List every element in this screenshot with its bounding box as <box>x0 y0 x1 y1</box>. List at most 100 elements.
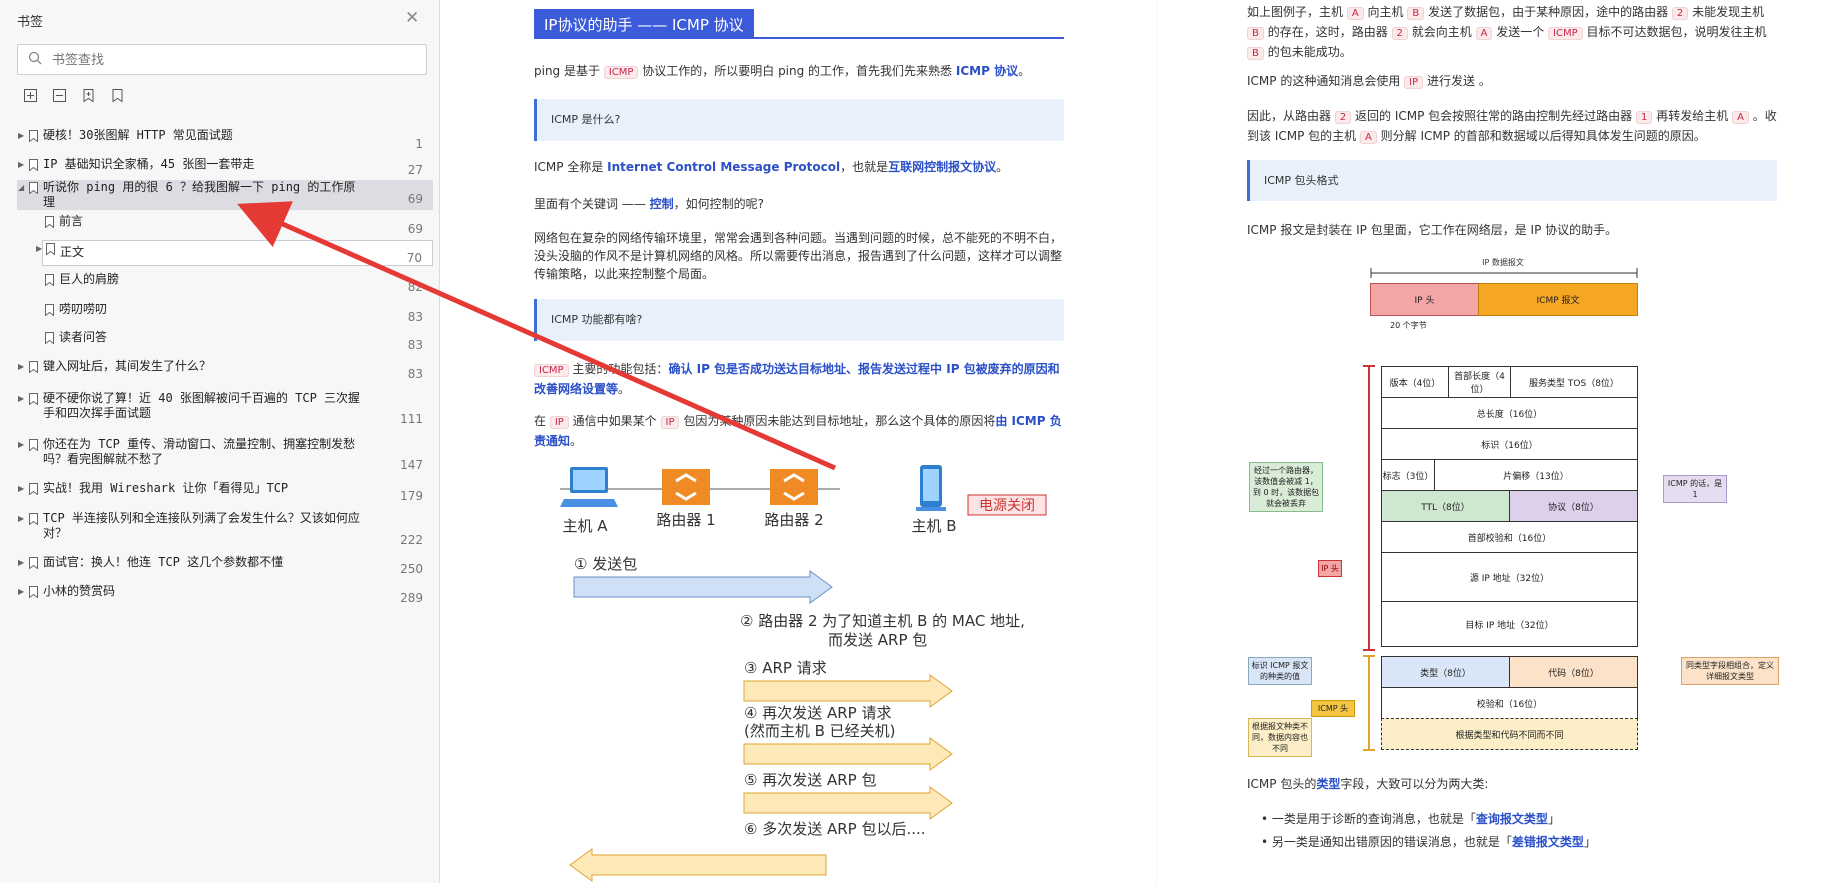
bookmark-flag-icon <box>29 393 38 405</box>
bookmark-child-item[interactable]: 前言 69 <box>17 214 433 238</box>
note-body: 根据报文种类不同，数据内容也不同 <box>1248 718 1312 757</box>
bookmark-flag-icon <box>29 182 38 194</box>
host-b-label: 主机 B <box>911 517 956 535</box>
computer-icon <box>916 465 946 511</box>
host-a-label: 主机 A <box>562 517 608 535</box>
field-type: 类型（8位） <box>1381 656 1510 688</box>
expand-arrow-icon[interactable]: ▶ <box>18 362 24 371</box>
bookmark-item[interactable]: ▶ 面试官：换人！他连 TCP 这几个参数都不懂 250 <box>17 555 433 581</box>
field-src: 源 IP 地址（32位） <box>1381 552 1638 602</box>
bookmark-item[interactable]: ▶ 硬核！30张图解 HTTP 常见面试题 1 <box>17 128 433 156</box>
callout-box: ICMP 功能都有啥? <box>534 299 1064 341</box>
power-off-label: 电源关闭 <box>979 498 1035 514</box>
ping-flow-diagram: 主机 A 路由器 1 路由器 2 主机 B 电源关闭 ① 发送包 ② 路由器 2… <box>560 465 1047 882</box>
bookmark-item[interactable]: ▶ TCP 半连接队列和全连接队列满了会发生什么？又该如何应对？ 222 <box>17 511 433 549</box>
pdf-page-right: 如上图例子，主机 A 向主机 B 发送了数据包，由于某种原因，途中的路由器 2 … <box>1157 0 1836 883</box>
tag-icmp-head: ICMP 头 <box>1311 700 1355 717</box>
bookmark-flag-icon <box>29 586 38 598</box>
bookmark-icon[interactable] <box>110 88 125 103</box>
bookmark-item[interactable]: ▶ 实战！我用 Wireshark 让你「看得见」TCP 179 <box>17 481 433 505</box>
note-proto: ICMP 的话，是 1 <box>1663 475 1727 503</box>
step-3-label: ③ ARP 请求 <box>744 659 827 677</box>
list-item: • 一类是用于诊断的查询消息，也就是「查询报文类型」 <box>1261 812 1560 826</box>
bookmark-toolbar <box>23 88 125 103</box>
router2-label: 路由器 2 <box>764 511 823 529</box>
list-item: • 另一类是通知出错原因的错误消息，也就是「差错报文类型」 <box>1261 835 1596 849</box>
collapse-arrow-icon[interactable]: ◢ <box>18 183 24 192</box>
paragraph: 因此，从路由器 2 返回的 ICMP 包会按照往常的路由控制先经过路由器 1 再… <box>1247 109 1777 144</box>
paragraph: ping 是基于 ICMP 协议工作的，所以要明白 ping 的工作，首先我们先… <box>534 64 1031 79</box>
paragraph: 里面有个关键词 —— 控制，如何控制的呢? <box>534 197 765 211</box>
field-total-len: 总长度（16位） <box>1381 397 1638 429</box>
field-checksum-h: 首部校验和（16位） <box>1381 521 1638 553</box>
bookmark-child-item[interactable]: 唠叨唠叨 83 <box>17 302 433 326</box>
bracket-icon <box>1363 365 1375 751</box>
expand-arrow-icon[interactable]: ▶ <box>36 244 42 253</box>
paragraph: 在 IP 通信中如果某个 IP 包因为某种原因未能达到目标地址，那么这个具体的原… <box>534 414 1062 448</box>
expand-arrow-icon[interactable]: ▶ <box>18 394 24 403</box>
arrow-right <box>743 674 953 708</box>
field-flags: 标志（3位） <box>1381 459 1435 491</box>
step-2-label: ② 路由器 2 为了知道主机 B 的 MAC 地址, <box>740 612 1025 630</box>
arrow-right <box>573 570 833 604</box>
bookmark-item[interactable]: ▶ 小林的赞赏码 289 <box>17 584 433 610</box>
bookmark-flag-icon <box>29 439 38 451</box>
note-type: 标识 ICMP 报文的种类的值 <box>1248 657 1312 685</box>
section-heading: IP协议的助手 —— ICMP 协议 <box>534 9 754 37</box>
bookmark-flag-icon <box>29 557 38 569</box>
close-icon[interactable]: ✕ <box>405 8 419 28</box>
paragraph: ICMP 主要的功能包括：确认 IP 包是否成功送达目标地址、报告发送过程中 I… <box>534 362 1060 396</box>
add-bookmark-icon[interactable] <box>81 88 96 103</box>
expand-all-icon[interactable] <box>23 88 38 103</box>
collapse-all-icon[interactable] <box>52 88 67 103</box>
field-hdr-len: 首部长度（4位） <box>1448 366 1511 398</box>
field-version: 版本（4位） <box>1381 366 1449 398</box>
paragraph: ICMP 报文是封装在 IP 包里面，它工作在网络层，是 IP 协议的助手。 <box>1247 223 1618 237</box>
router-icon <box>662 469 710 505</box>
paragraph: ICMP 全称是 Internet Control Message Protoc… <box>534 160 1009 174</box>
step-4-label-cont: (然而主机 B 已经关机) <box>744 722 896 740</box>
note-ttl: 经过一个路由器，该数值会被减 1，到 0 时，该数据包就会被丢弃 <box>1249 462 1323 512</box>
bookmark-child-item[interactable]: ▶ 正文 70 <box>36 240 433 266</box>
span-arrow-icon <box>1370 268 1638 278</box>
field-tos: 服务类型 TOS（8位） <box>1510 366 1638 398</box>
bookmark-item[interactable]: ▶ 键入网址后，其间发生了什么？ 83 <box>17 359 433 385</box>
expand-arrow-icon[interactable]: ▶ <box>18 587 24 596</box>
bookmark-flag-icon <box>29 361 38 373</box>
step-5-label: ⑤ 再次发送 ARP 包 <box>744 771 876 789</box>
ip-head-block: IP 头 <box>1370 283 1479 316</box>
bookmark-child-item[interactable]: 巨人的肩膀 82 <box>17 272 433 296</box>
callout-box: ICMP 是什么? <box>534 99 1064 141</box>
sidebar-title: 书签 <box>17 15 44 30</box>
field-body: 根据类型和代码不同而不同 <box>1381 718 1638 750</box>
bookmark-child-item[interactable]: 读者问答 83 <box>17 330 433 354</box>
expand-arrow-icon[interactable]: ▶ <box>18 131 24 140</box>
router-icon <box>770 469 818 505</box>
search-icon <box>28 51 42 65</box>
field-code: 代码（8位） <box>1509 656 1638 688</box>
expand-arrow-icon[interactable]: ▶ <box>18 440 24 449</box>
bookmark-sidebar: 书签 ✕ ▶ 硬核！30张图解 HTTP 常见面试题 1 ▶ IP 基础知识全家… <box>0 0 440 883</box>
search-input[interactable] <box>52 50 412 70</box>
tag-ip-head: IP 头 <box>1318 560 1342 577</box>
bookmark-flag-icon <box>29 483 38 495</box>
bookmark-item-selected[interactable]: ◢ 听说你 ping 用的很 6 ？给我图解一下 ping 的工作原理 69 <box>17 180 433 210</box>
expand-arrow-icon[interactable]: ▶ <box>18 514 24 523</box>
paragraph: ICMP 的这种通知消息会使用 IP 进行发送 。 <box>1247 74 1491 89</box>
icmp-msg-block: ICMP 报文 <box>1478 283 1638 316</box>
field-ttl: TTL（8位） <box>1381 490 1510 522</box>
bookmark-search[interactable] <box>17 44 427 75</box>
paragraph: ICMP 包头的类型字段，大致可以分为两大类: <box>1247 777 1489 791</box>
bookmark-flag-icon <box>45 304 54 316</box>
bookmark-item[interactable]: ▶ 硬不硬你说了算！近 40 张图解被问千百遍的 TCP 三次握手和四次挥手面试… <box>17 391 433 429</box>
step-4-label: ④ 再次发送 ARP 请求 <box>744 704 891 722</box>
bookmark-item[interactable]: ▶ 你还在为 TCP 重传、滑动窗口、流量控制、拥塞控制发愁吗？看完图解就不愁了… <box>17 437 433 475</box>
expand-arrow-icon[interactable]: ▶ <box>18 484 24 493</box>
paragraph: 网络包在复杂的网络传输环境里，常常会遇到各种问题。当遇到问题的时候，总不能死的不… <box>534 231 1063 281</box>
heading-underline <box>534 37 1064 39</box>
bookmark-flag-icon <box>29 130 38 142</box>
pdf-reader: 书签 ✕ ▶ 硬核！30张图解 HTTP 常见面试题 1 ▶ IP 基础知识全家… <box>0 0 1836 883</box>
expand-arrow-icon[interactable]: ▶ <box>18 160 24 169</box>
expand-arrow-icon[interactable]: ▶ <box>18 558 24 567</box>
icmp-header-diagram: IP 数据报文 IP 头 ICMP 报文 20 个字节 版本（4位） 首部长度（… <box>1157 250 1836 757</box>
